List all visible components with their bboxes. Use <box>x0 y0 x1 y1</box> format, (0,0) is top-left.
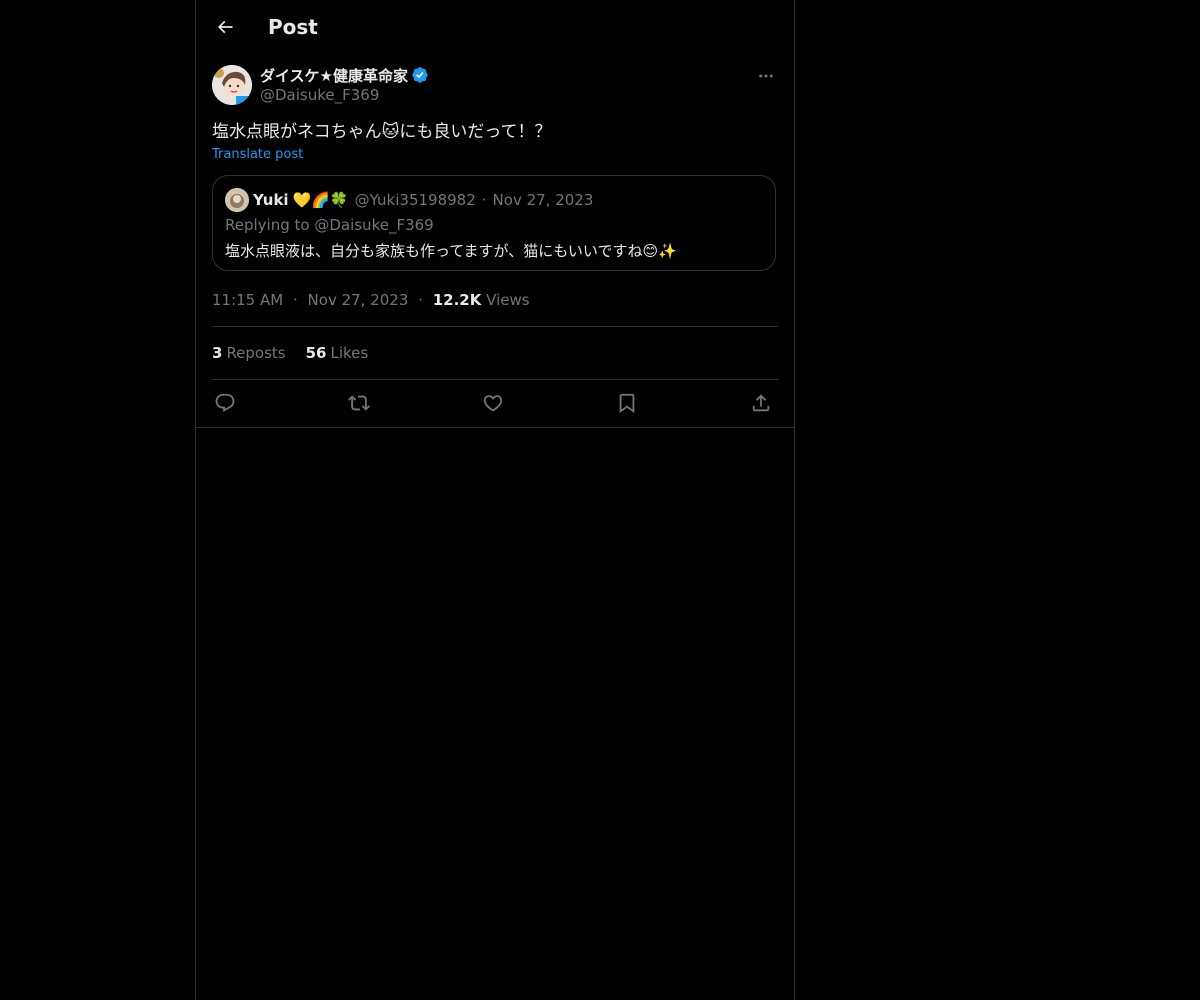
post-time[interactable]: 11:15 AM <box>212 291 283 309</box>
avatar-image <box>212 65 252 105</box>
quote-author-emoji: 💛🌈🍀 <box>292 191 349 209</box>
back-button[interactable] <box>208 10 242 44</box>
post-stats: 3 Reposts 56 Likes <box>212 343 388 363</box>
views-count: 12.2K <box>432 291 482 309</box>
page-title: Post <box>268 15 318 39</box>
post-text: 塩水点眼がネコちゃん🐱にも良いだって！？ <box>212 122 552 142</box>
likes-stat[interactable]: 56 Likes <box>306 343 369 363</box>
likes-label: Likes <box>330 344 369 362</box>
reposts-count: 3 <box>212 344 223 362</box>
reply-button[interactable] <box>212 390 238 416</box>
heart-icon <box>483 395 503 412</box>
post-date[interactable]: Nov 27, 2023 <box>308 291 409 309</box>
views-label: Views <box>486 291 530 309</box>
quote-text: 塩水点眼液は、自分も家族も作ってますが、猫にもいいですね😊✨ <box>225 242 677 260</box>
author-handle[interactable]: @Daisuke_F369 <box>260 86 379 104</box>
top-bar: Post <box>196 0 794 53</box>
quote-header: Yuki 💛🌈🍀 @Yuki35198982 · Nov 27, 2023 <box>253 189 593 211</box>
reposts-label: Reposts <box>226 344 286 362</box>
bookmark-button[interactable] <box>614 390 640 416</box>
quote-author-handle: @Yuki35198982 <box>354 191 476 209</box>
more-horizontal-icon <box>759 74 773 78</box>
repost-icon <box>348 395 370 411</box>
quoted-post[interactable]: Yuki 💛🌈🍀 @Yuki35198982 · Nov 27, 2023 Re… <box>212 175 776 271</box>
arrow-left-icon <box>217 20 233 34</box>
reply-icon <box>215 393 235 412</box>
post-meta: 11:15 AM · Nov 27, 2023 · 12.2K Views <box>212 290 530 310</box>
divider <box>212 326 778 327</box>
divider <box>212 379 778 380</box>
post-bottom-divider <box>196 427 794 428</box>
verified-badge-icon <box>412 67 428 83</box>
meta-separator: · <box>292 291 298 309</box>
like-button[interactable] <box>480 390 506 416</box>
bookmark-icon <box>619 393 635 414</box>
quote-author-avatar <box>225 188 249 212</box>
share-icon <box>752 394 770 412</box>
quote-avatar-image <box>225 188 249 212</box>
more-options-button[interactable] <box>754 64 778 88</box>
quote-author-name: Yuki <box>253 191 289 209</box>
quote-date: Nov 27, 2023 <box>492 191 594 209</box>
quote-replying-to: Replying to @Daisuke_F369 <box>225 216 434 234</box>
share-button[interactable] <box>748 390 774 416</box>
author-name-row: ダイスケ★健康革命家 <box>260 65 429 85</box>
author-avatar[interactable] <box>212 65 252 105</box>
action-bar <box>212 390 778 416</box>
translate-post-link[interactable]: Translate post <box>212 146 303 164</box>
post-author: ダイスケ★健康革命家 @Daisuke_F369 <box>212 64 778 108</box>
meta-separator: · <box>418 291 423 309</box>
quote-separator: · <box>481 191 487 209</box>
reposts-stat[interactable]: 3 Reposts <box>212 343 286 363</box>
author-name[interactable]: ダイスケ★健康革命家 <box>260 65 408 86</box>
repost-button[interactable] <box>346 390 372 416</box>
primary-column: Post ダイスケ★健康革命家 @Daisuke_F369 塩水点眼がネコちゃん… <box>195 0 795 1000</box>
likes-count: 56 <box>305 344 327 362</box>
